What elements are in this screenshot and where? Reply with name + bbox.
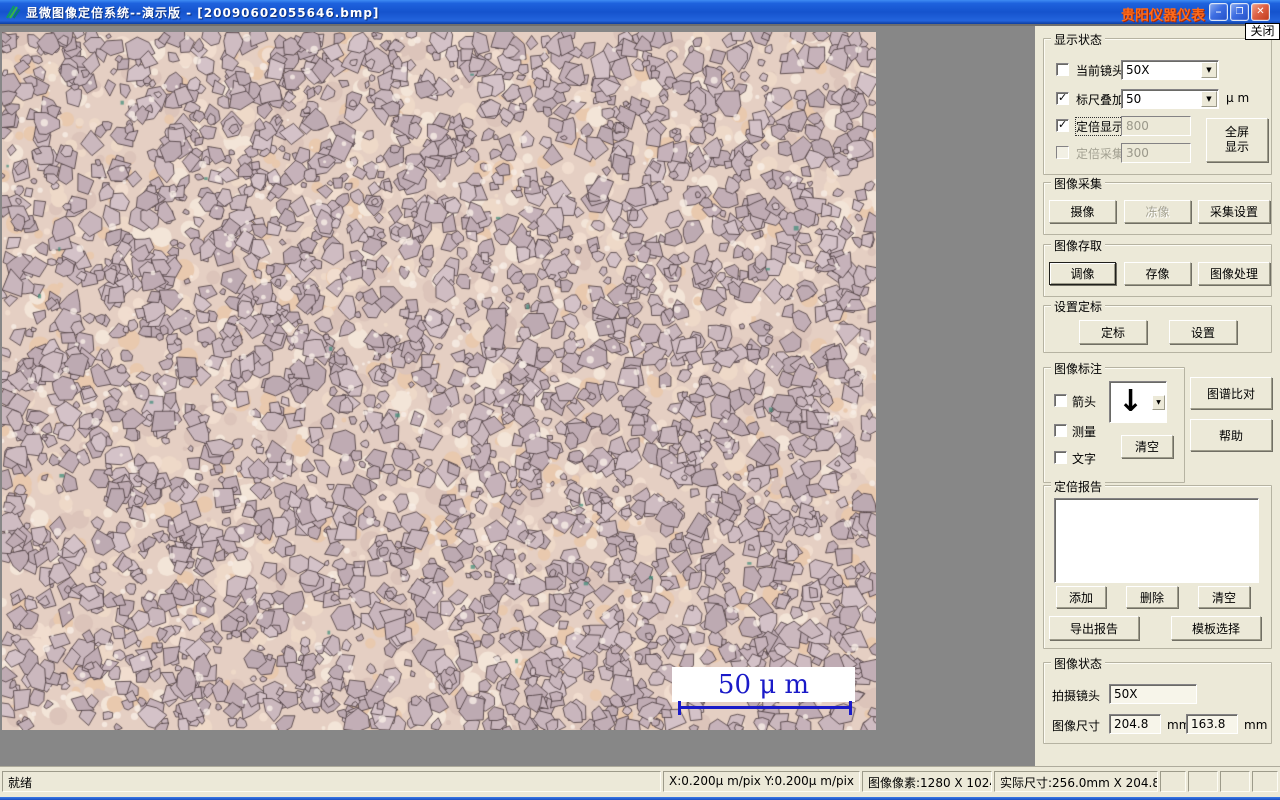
title-bar: 显微图像定倍系统--演示版 - [20090602055646.bmp] <box>0 0 1280 24</box>
image-width-field: 204.8 <box>1109 714 1161 734</box>
current-lens-checkbox[interactable] <box>1056 63 1069 76</box>
fixed-display-label: 定倍显示 <box>1074 117 1126 136</box>
status-ready: 就绪 <box>2 771 661 792</box>
size-label: 图像尺寸 <box>1052 719 1101 733</box>
window-controls <box>1209 3 1270 21</box>
micrograph-viewport[interactable]: 50 μ m <box>2 32 876 730</box>
current-lens-select[interactable]: 50X <box>1121 60 1219 80</box>
ruler-overlay-label: 标尺叠加 <box>1076 93 1125 107</box>
lens-label: 拍摄镜头 <box>1052 689 1101 703</box>
fixed-display-input: 800 <box>1121 116 1191 136</box>
ruler-value-select[interactable]: 50 <box>1121 89 1219 109</box>
current-lens-value: 50X <box>1126 63 1150 77</box>
scale-bar-line <box>681 706 849 709</box>
app-icon <box>5 4 21 20</box>
report-clear-button[interactable]: 清空 <box>1198 586 1250 608</box>
fixed-capture-checkbox <box>1056 146 1069 159</box>
status-bar: 就绪 X:0.200μ m/pix Y:0.200μ m/pix 图像像素:12… <box>0 766 1280 797</box>
scale-bar-box: 50 μ m <box>672 667 855 702</box>
report-template-button[interactable]: 模板选择 <box>1171 616 1261 640</box>
dropdown-arrow-icon[interactable] <box>1201 62 1217 78</box>
fixed-capture-input: 300 <box>1121 143 1191 163</box>
fixed-display-checkbox[interactable] <box>1056 118 1069 132</box>
measure-label: 测量 <box>1072 425 1097 439</box>
text-label: 文字 <box>1072 452 1097 466</box>
status-image-pixels: 图像像素:1280 X 1024 <box>862 771 992 792</box>
status-empty-segment <box>1160 771 1186 792</box>
image-height-field: 163.8 <box>1186 714 1238 734</box>
group-image-status: 图像状态 拍摄镜头 50X 图像尺寸 204.8 mm 163.8 mm <box>1043 655 1272 744</box>
group-calibration: 设置定标 定标 设置 <box>1043 298 1272 353</box>
freeze-button: 冻像 <box>1124 200 1191 223</box>
scale-bar-label: 50 μ m <box>717 669 810 700</box>
lens-value-field: 50X <box>1109 684 1197 704</box>
report-delete-button[interactable]: 删除 <box>1126 586 1178 608</box>
vendor-watermark: 贵阳仪器仪表 <box>1121 8 1205 24</box>
dropdown-arrow-icon[interactable] <box>1152 394 1165 410</box>
help-button[interactable]: 帮助 <box>1190 419 1272 451</box>
group-storage-title: 图像存取 <box>1051 237 1106 254</box>
fullscreen-button-line1: 全屏 <box>1224 125 1249 139</box>
group-display-status: 显示状态 当前镜头 50X 标尺叠加 50 μ m 定倍显示 800 定倍采集 … <box>1043 31 1272 175</box>
group-capture-title: 图像采集 <box>1051 175 1106 192</box>
status-pixel-scale: X:0.200μ m/pix Y:0.200μ m/pix <box>663 771 860 792</box>
restore-button[interactable] <box>1230 3 1249 21</box>
annotation-clear-button[interactable]: 清空 <box>1121 435 1173 458</box>
down-arrow-icon: ↓ <box>1117 384 1144 419</box>
minimize-button[interactable] <box>1209 3 1228 21</box>
group-calibration-title: 设置定标 <box>1051 298 1106 315</box>
group-report: 定倍报告 添加 删除 清空 导出报告 模板选择 <box>1043 478 1272 649</box>
close-button[interactable] <box>1251 3 1270 21</box>
atlas-compare-button[interactable]: 图谱比对 <box>1190 377 1272 409</box>
micrograph-image[interactable] <box>2 32 876 730</box>
group-capture: 图像采集 摄像 冻像 采集设置 <box>1043 175 1272 235</box>
report-add-button[interactable]: 添加 <box>1056 586 1106 608</box>
scale-bar-rule <box>678 701 852 715</box>
arrow-label: 箭头 <box>1072 395 1097 409</box>
status-empty-segment <box>1188 771 1218 792</box>
close-tooltip: 关闭 <box>1245 23 1280 40</box>
report-list[interactable] <box>1054 498 1259 583</box>
arrow-checkbox[interactable] <box>1054 394 1067 407</box>
text-checkbox[interactable] <box>1054 451 1067 464</box>
group-annotation-title: 图像标注 <box>1051 360 1106 377</box>
shoot-button[interactable]: 摄像 <box>1049 200 1116 223</box>
ruler-unit-label: μ m <box>1226 91 1250 105</box>
image-process-button[interactable]: 图像处理 <box>1198 262 1270 285</box>
fixed-capture-label: 定倍采集 <box>1076 147 1125 161</box>
control-panel: 显示状态 当前镜头 50X 标尺叠加 50 μ m 定倍显示 800 定倍采集 … <box>1035 24 1280 766</box>
group-display-status-title: 显示状态 <box>1051 31 1106 48</box>
measure-checkbox[interactable] <box>1054 424 1067 437</box>
ruler-value: 50 <box>1126 92 1142 106</box>
workspace: 50 μ m <box>0 24 1035 766</box>
group-storage: 图像存取 调像 存像 图像处理 <box>1043 237 1272 297</box>
report-export-button[interactable]: 导出报告 <box>1049 616 1139 640</box>
dropdown-arrow-icon[interactable] <box>1201 91 1217 107</box>
status-actual-size: 实际尺寸:256.0mm X 204.8mm <box>994 771 1158 792</box>
fullscreen-button[interactable]: 全屏 显示 <box>1206 118 1268 162</box>
group-report-title: 定倍报告 <box>1051 478 1106 495</box>
capture-settings-button[interactable]: 采集设置 <box>1198 200 1270 223</box>
calibration-settings-button[interactable]: 设置 <box>1169 320 1237 344</box>
calibrate-button[interactable]: 定标 <box>1079 320 1147 344</box>
save-image-button[interactable]: 存像 <box>1124 262 1191 285</box>
window-title: 显微图像定倍系统--演示版 - [20090602055646.bmp] <box>26 5 380 20</box>
ruler-overlay-checkbox[interactable] <box>1056 91 1069 105</box>
height-unit-label: mm <box>1244 718 1268 732</box>
group-annotation: 图像标注 箭头 ↓ 测量 清空 文字 <box>1043 360 1185 483</box>
current-lens-label: 当前镜头 <box>1076 64 1125 78</box>
load-image-button[interactable]: 调像 <box>1049 262 1116 285</box>
fullscreen-button-line2: 显示 <box>1224 140 1249 154</box>
status-empty-segment <box>1220 771 1250 792</box>
arrow-style-select[interactable]: ↓ <box>1109 381 1167 423</box>
group-image-status-title: 图像状态 <box>1051 655 1106 672</box>
status-empty-segment <box>1252 771 1278 792</box>
